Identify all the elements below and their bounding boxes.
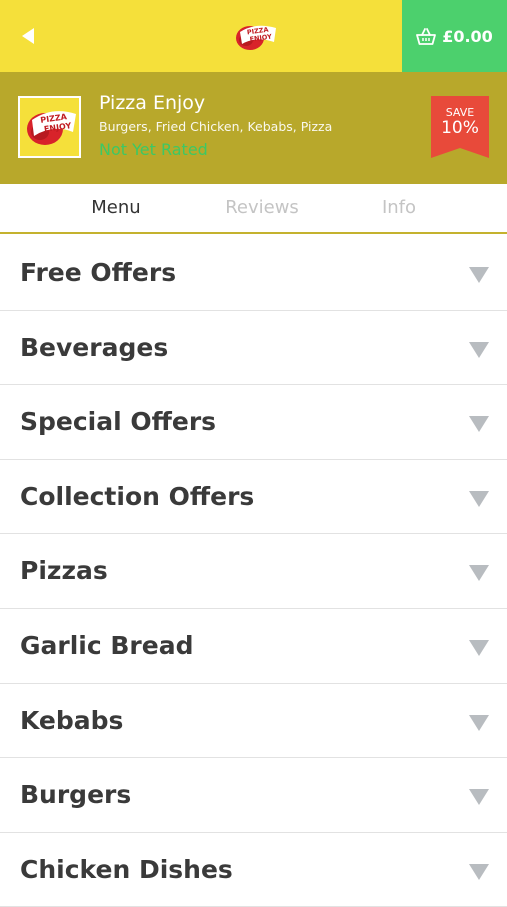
category-label: Garlic Bread: [20, 630, 194, 660]
expand-triangle-icon: [469, 714, 489, 731]
save-badge-value: 10%: [441, 118, 479, 138]
restaurant-cuisines: Burgers, Fried Chicken, Kebabs, Pizza: [99, 119, 333, 134]
category-burgers[interactable]: Burgers: [0, 758, 507, 833]
expand-triangle-icon: [469, 789, 489, 806]
back-button[interactable]: [12, 20, 44, 52]
category-label: Chicken Dishes: [20, 854, 233, 884]
restaurant-logo-tile: PIZZA ENJOY: [18, 96, 81, 158]
category-chicken-dishes[interactable]: Chicken Dishes: [0, 833, 507, 907]
expand-triangle-icon: [469, 863, 489, 880]
expand-triangle-icon: [469, 267, 489, 283]
tab-info[interactable]: Info: [355, 197, 443, 218]
expand-triangle-icon: [469, 341, 489, 358]
expand-triangle-icon: [469, 490, 489, 507]
restaurant-rating: Not Yet Rated: [99, 140, 208, 159]
tab-reviews[interactable]: Reviews: [210, 197, 314, 218]
category-label: Collection Offers: [20, 481, 255, 511]
category-label: Free Offers: [20, 258, 177, 287]
save-badge: SAVE 10%: [431, 96, 489, 158]
back-arrow-icon: [22, 28, 34, 44]
menu-category-list: Free Offers Beverages Special Offers Col…: [0, 236, 507, 907]
category-label: Pizzas: [20, 556, 108, 586]
category-special-offers[interactable]: Special Offers: [0, 385, 507, 460]
category-label: Beverages: [20, 332, 169, 362]
expand-triangle-icon: [469, 416, 489, 433]
top-bar: PIZZA ENJOY £0.00: [0, 0, 507, 72]
basket-icon: [416, 27, 437, 45]
category-pizzas[interactable]: Pizzas: [0, 534, 507, 609]
restaurant-name: Pizza Enjoy: [99, 92, 206, 114]
restaurant-header: PIZZA ENJOY Pizza Enjoy Burgers, Fried C…: [0, 72, 507, 184]
expand-triangle-icon: [469, 565, 489, 582]
tab-bar: Menu Reviews Info: [0, 184, 507, 234]
logo-text-line2: ENJOY: [249, 32, 272, 43]
basket-button[interactable]: £0.00: [402, 0, 507, 72]
restaurant-logo: PIZZA ENJOY: [236, 26, 276, 50]
category-kebabs[interactable]: Kebabs: [0, 684, 507, 759]
category-label: Burgers: [20, 780, 132, 810]
basket-total: £0.00: [442, 26, 493, 46]
category-label: Kebabs: [20, 705, 124, 735]
category-free-offers[interactable]: Free Offers: [0, 236, 507, 311]
restaurant-logo: PIZZA ENJOY: [26, 111, 76, 145]
category-garlic-bread[interactable]: Garlic Bread: [0, 609, 507, 684]
category-collection-offers[interactable]: Collection Offers: [0, 460, 507, 535]
category-beverages[interactable]: Beverages: [0, 311, 507, 386]
tab-menu[interactable]: Menu: [68, 197, 164, 218]
category-label: Special Offers: [20, 407, 217, 437]
expand-triangle-icon: [469, 639, 489, 656]
